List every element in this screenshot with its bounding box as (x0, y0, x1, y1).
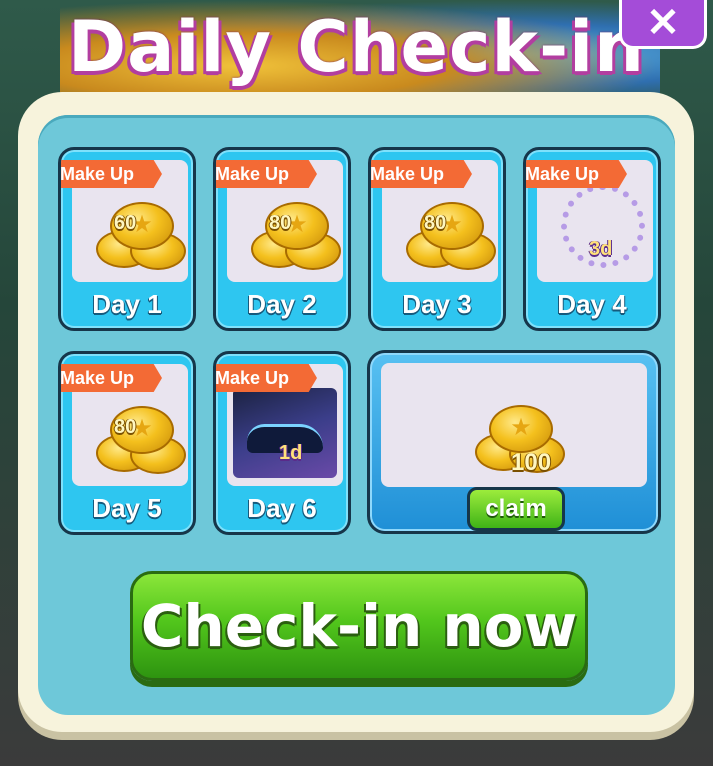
makeup-tag[interactable]: Make Up (216, 160, 317, 188)
reward-amount: 80 (269, 212, 292, 234)
day-label: Day 4 (557, 289, 627, 319)
close-button[interactable]: ✕ (619, 0, 707, 49)
reward-amount: 80 (424, 212, 447, 234)
day-label: Day 3 (402, 289, 472, 319)
day-card-3[interactable]: Make Up 80 Day 3 (368, 147, 506, 331)
close-icon: ✕ (646, 1, 680, 45)
makeup-tag[interactable]: Make Up (61, 364, 162, 392)
day-card-1[interactable]: Make Up 60 Day 1 (58, 147, 196, 331)
makeup-tag[interactable]: Make Up (216, 364, 317, 392)
reward-duration: 1d (279, 442, 303, 464)
reward-duration: 3d (589, 238, 613, 260)
coins-icon (92, 394, 188, 474)
day-card-6[interactable]: Make Up 1d Day 6 (213, 351, 351, 535)
reward-amount: 60 (114, 212, 137, 234)
checkin-now-button[interactable]: Check-in now (130, 571, 588, 681)
coins-icon (92, 190, 188, 270)
makeup-tag[interactable]: Make Up (526, 160, 627, 188)
coins-icon (402, 190, 498, 270)
makeup-tag[interactable]: Make Up (61, 160, 162, 188)
claim-button[interactable]: claim (467, 487, 565, 531)
day-card-4[interactable]: Make Up 3d Day 4 (523, 147, 661, 331)
day-label: Day 5 (92, 493, 162, 523)
day-label: Day 2 (247, 289, 317, 319)
page-title: Daily Check-in (68, 6, 645, 88)
day-label: Day 1 (92, 289, 162, 319)
makeup-tag[interactable]: Make Up (371, 160, 472, 188)
day-card-5[interactable]: Make Up 80 Day 5 (58, 351, 196, 535)
reward-slot: 100 (381, 363, 647, 487)
day-label: Day 6 (247, 493, 317, 523)
day-card-2[interactable]: Make Up 80 Day 2 (213, 147, 351, 331)
coins-icon (247, 190, 343, 270)
day-card-7[interactable]: 100 claim (367, 350, 661, 534)
checkin-now-label: Check-in now (140, 592, 578, 660)
reward-amount: 100 (511, 449, 552, 476)
reward-amount: 80 (114, 416, 137, 438)
